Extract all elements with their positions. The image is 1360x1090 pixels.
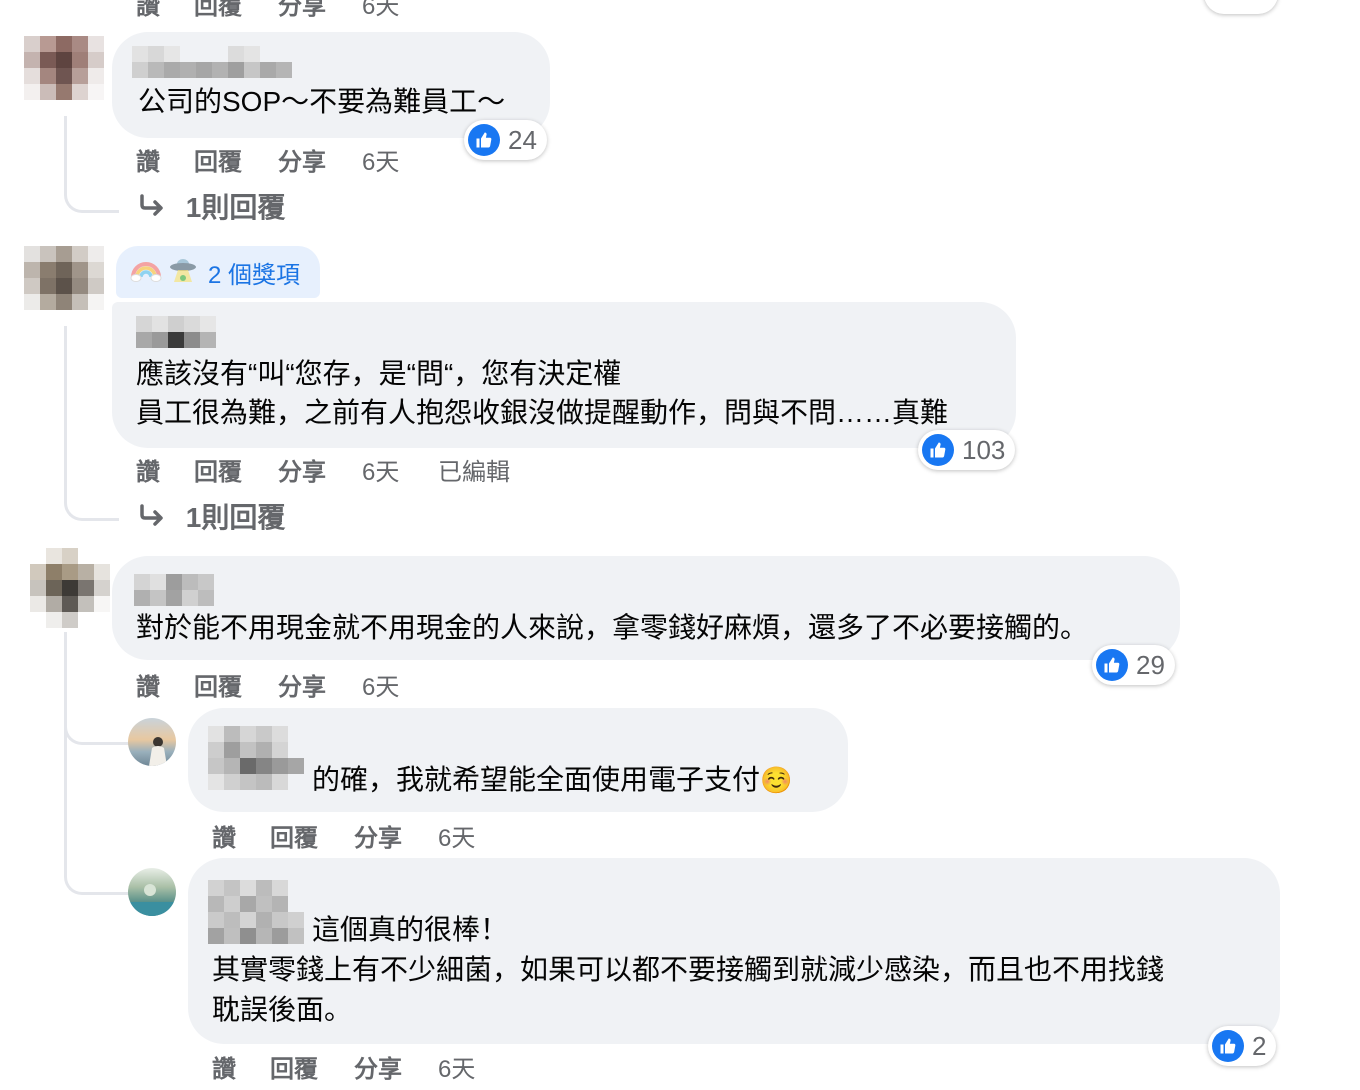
comment-bubble: 應該沒有“叫“您存，是“問“，您有決定權 員工很為難，之前有人抱怨收銀沒做提醒動… [112, 302, 1016, 448]
view-replies-link[interactable]: 1則回覆 [138, 186, 285, 226]
comment-text-line: 員工很為難，之前有人抱怨收銀沒做提醒動作，問與不問……真難 [136, 397, 949, 428]
view-replies-label: 1則回覆 [185, 192, 286, 223]
ufo-award-icon [168, 254, 198, 291]
like-link[interactable]: 讚 [212, 818, 236, 853]
avatar[interactable] [128, 718, 176, 766]
reply-text-line: 這個真的很棒！ [312, 914, 509, 945]
share-link[interactable]: 分享 [278, 0, 326, 21]
reaction-number: 24 [508, 124, 537, 155]
like-icon [1212, 1030, 1244, 1062]
reaction-number: 2 [1252, 1030, 1267, 1061]
author-name-redacted[interactable] [208, 726, 304, 790]
like-link[interactable]: 讚 [136, 452, 160, 487]
like-icon [468, 124, 500, 156]
timestamp[interactable]: 6天 [362, 452, 399, 487]
thread-curve [64, 180, 119, 213]
author-name-redacted[interactable] [134, 574, 214, 606]
share-link[interactable]: 分享 [278, 142, 326, 177]
like-link[interactable]: 讚 [212, 1049, 236, 1084]
like-icon [922, 434, 954, 466]
edited-label[interactable]: 已編輯 [438, 452, 510, 487]
share-link[interactable]: 分享 [354, 1049, 402, 1084]
reply-bubble: 這個真的很棒！ 其實零錢上有不少細菌，如果可以都不要接觸到就減少感染，而且也不用… [188, 858, 1280, 1044]
author-name-redacted[interactable] [208, 880, 304, 944]
reaction-count[interactable]: 2 [1208, 1026, 1277, 1066]
comment-text: 公司的SOP～不要為難員工～ [138, 86, 506, 117]
rainbow-award-icon [130, 255, 162, 290]
thread-curve [64, 484, 119, 521]
author-name-redacted[interactable] [132, 46, 292, 78]
reply-text-content: 的確，我就希望能全面使用電子支付 [312, 764, 761, 795]
view-replies-link[interactable]: 1則回覆 [138, 496, 285, 536]
timestamp[interactable]: 6天 [438, 1049, 475, 1084]
view-replies-label: 1則回覆 [185, 502, 286, 533]
reply-text-line: 其實零錢上有不少細菌，如果可以都不要接觸到就減少感染，而且也不用找錢 [212, 954, 1165, 985]
comment-bubble: 對於能不用現金就不用現金的人來說，拿零錢好麻煩，還多了不必要接觸的。 [112, 556, 1180, 660]
awards-label: 2 個獎項 [208, 261, 301, 289]
reaction-count[interactable]: 29 [1092, 645, 1175, 685]
share-link[interactable]: 分享 [278, 667, 326, 702]
thread-line [64, 632, 67, 872]
avatar[interactable] [30, 548, 110, 628]
reply-link[interactable]: 回覆 [194, 142, 242, 177]
like-link[interactable]: 讚 [136, 0, 160, 21]
comment-text-line: 應該沒有“叫“您存，是“問“，您有決定權 [136, 358, 622, 389]
reply-text: 的確，我就希望能全面使用電子支付☺️ [312, 760, 792, 800]
timestamp[interactable]: 6天 [362, 667, 399, 702]
awards-badge[interactable]: 2 個獎項 [116, 246, 320, 298]
reply-link[interactable]: 回覆 [194, 0, 242, 21]
comment-text: 對於能不用現金就不用現金的人來說，拿零錢好麻煩，還多了不必要接觸的。 [136, 612, 1089, 643]
reply-bubble: 的確，我就希望能全面使用電子支付☺️ [188, 708, 848, 812]
reaction-count-partial[interactable] [1204, 0, 1278, 14]
reply-link[interactable]: 回覆 [194, 452, 242, 487]
thread-line [64, 326, 67, 486]
smiling-emoji-icon: ☺️ [760, 765, 793, 795]
thread-curve [64, 700, 129, 745]
like-icon [1096, 649, 1128, 681]
reply-link[interactable]: 回覆 [194, 667, 242, 702]
reaction-number: 103 [962, 434, 1006, 465]
reply-link[interactable]: 回覆 [270, 818, 318, 853]
like-link[interactable]: 讚 [136, 142, 160, 177]
reply-text-line: 耽誤後面。 [212, 994, 353, 1025]
reaction-number: 29 [1136, 649, 1165, 680]
like-link[interactable]: 讚 [136, 667, 160, 702]
avatar[interactable] [24, 246, 104, 310]
reply-arrow-icon [138, 502, 174, 533]
thread-line [64, 116, 67, 184]
thread-curve [64, 850, 129, 895]
reaction-count[interactable]: 103 [918, 430, 1016, 470]
reaction-count[interactable]: 24 [464, 120, 547, 160]
reply-link[interactable]: 回覆 [270, 1049, 318, 1084]
author-name-redacted[interactable] [136, 316, 216, 348]
reply-arrow-icon [138, 192, 174, 223]
avatar[interactable] [24, 36, 104, 100]
timestamp[interactable]: 6天 [362, 0, 399, 21]
timestamp[interactable]: 6天 [438, 818, 475, 853]
share-link[interactable]: 分享 [278, 452, 326, 487]
share-link[interactable]: 分享 [354, 818, 402, 853]
avatar[interactable] [128, 868, 176, 916]
timestamp[interactable]: 6天 [362, 142, 399, 177]
